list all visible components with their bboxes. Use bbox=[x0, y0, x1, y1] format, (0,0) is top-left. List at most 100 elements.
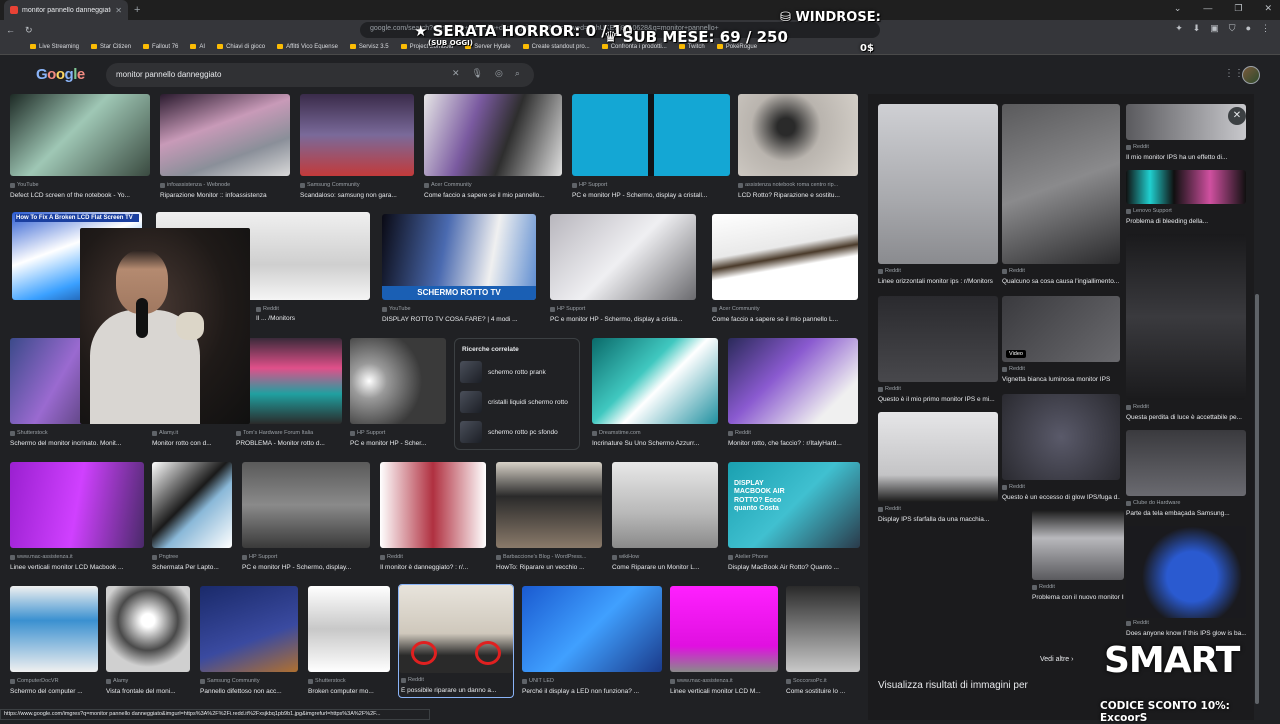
reload-icon[interactable]: ↻ bbox=[25, 25, 33, 36]
result-card[interactable]: HP Support PC e monitor HP - Scher... bbox=[350, 338, 446, 452]
result-card[interactable]: Pngtree Schermata Per Lapto... bbox=[152, 462, 232, 574]
chevron-down-icon[interactable]: ⌄ bbox=[1174, 3, 1182, 14]
result-card[interactable]: UNIT LED Perché il display a LED non fun… bbox=[522, 586, 662, 698]
close-panel-icon[interactable]: ✕ bbox=[1228, 107, 1246, 125]
result-card[interactable]: Tom's Hardware Forum Italia PROBLEMA - M… bbox=[236, 338, 342, 452]
result-card[interactable]: DISPLAY MACBOOK AIR ROTTO? Ecco quanto C… bbox=[728, 462, 860, 574]
result-card[interactable]: Shutterstock Broken computer mo... bbox=[308, 586, 390, 698]
red-circle-icon bbox=[411, 641, 437, 665]
side-result-card[interactable]: Reddit Display IPS sfarfalla da una macc… bbox=[878, 412, 998, 524]
bookmark-item[interactable]: Create standout pro... bbox=[523, 44, 590, 50]
result-image: SCHERMO ROTTO TV bbox=[382, 214, 536, 300]
result-card[interactable]: Reddit È possibile riparare un danno a..… bbox=[398, 584, 514, 698]
close-window-icon[interactable]: ✕ bbox=[1264, 3, 1272, 14]
side-result-card[interactable]: Reddit Questo è un eccesso di glow IPS/f… bbox=[1002, 394, 1120, 504]
maximize-icon[interactable]: ❐ bbox=[1234, 3, 1242, 14]
result-card[interactable]: Dreamstime.com Incrinature Su Uno Scherm… bbox=[592, 338, 718, 452]
result-source: www.mac-assistenza.it bbox=[670, 678, 778, 684]
result-card[interactable]: SCHERMO ROTTO TV YouTube DISPLAY ROTTO T… bbox=[382, 214, 536, 326]
sidepanel-icon[interactable]: ▣ bbox=[1210, 23, 1219, 34]
result-card[interactable]: assistenza notebook roma centro rip... L… bbox=[738, 94, 858, 204]
result-card[interactable]: Reddit Il monitor è danneggiato? : r/... bbox=[380, 462, 486, 574]
side-result-card[interactable]: Reddit Does anyone know if this IPS glow… bbox=[1126, 526, 1246, 640]
related-search-item[interactable]: cristalli liquidi schermo rotto bbox=[455, 387, 579, 417]
result-card[interactable]: ComputerDocVR Schermo del computer ... bbox=[10, 586, 98, 698]
side-result-card[interactable]: Reddit Problema con il nuovo monitor IPS… bbox=[1032, 510, 1124, 606]
clear-icon[interactable]: ✕ bbox=[452, 68, 460, 79]
profile-icon[interactable]: ● bbox=[1246, 23, 1251, 34]
result-card[interactable]: YouTube Defect LCD screen of the noteboo… bbox=[10, 94, 150, 204]
result-card[interactable]: wikiHow Come Riparare un Monitor L... bbox=[612, 462, 718, 574]
side-result-caption: Questo è il mio primo monitor IPS e mi..… bbox=[878, 396, 995, 403]
bookmark-item[interactable]: Live Streaming bbox=[30, 44, 79, 50]
bookmark-item[interactable]: Servisz 3.5 bbox=[350, 44, 389, 50]
result-card[interactable]: www.mac-assistenza.it Linee verticali mo… bbox=[10, 462, 144, 574]
result-source: HP Support bbox=[550, 306, 696, 312]
result-source: Dreamstime.com bbox=[592, 430, 718, 436]
related-search-item[interactable]: schermo rotto prank bbox=[455, 357, 579, 387]
sub-mese-counter: ♛ SUB MESE: 69 / 250 bbox=[604, 28, 788, 46]
result-card[interactable]: infoassistenza - Webnode Riparazione Mon… bbox=[160, 94, 290, 204]
thumb-title: SCHERMO ROTTO TV bbox=[382, 286, 536, 300]
google-logo[interactable]: Google bbox=[36, 66, 85, 83]
show-more-link[interactable]: Vedi altre › bbox=[1040, 656, 1073, 663]
result-source: Reddit bbox=[401, 677, 511, 683]
side-result-image: Video bbox=[1002, 296, 1120, 362]
tab-title: monitor pannello danneggiato bbox=[22, 6, 112, 14]
result-card[interactable]: www.mac-assistenza.it Linee verticali mo… bbox=[670, 586, 778, 698]
browser-tab[interactable]: monitor pannello danneggiato ✕ bbox=[4, 0, 128, 20]
result-card[interactable]: Acer Community Come faccio a sapere se i… bbox=[424, 94, 562, 204]
result-card[interactable]: SoccorsoPc.it Come sostituire lo ... bbox=[786, 586, 860, 698]
result-card[interactable]: Samsung Community Pannello difettoso non… bbox=[200, 586, 298, 698]
result-card[interactable]: HP Support PC e monitor HP - Schermo, di… bbox=[572, 94, 730, 204]
result-caption: Il monitor è danneggiato? : r/... bbox=[380, 564, 469, 571]
side-result-card[interactable]: Lenovo Support Problema di bleeding dell… bbox=[1126, 170, 1246, 228]
new-tab-icon[interactable]: + bbox=[134, 4, 140, 16]
result-card[interactable]: Acer Community Come faccio a sapere se i… bbox=[712, 214, 858, 326]
extension-icon[interactable]: ✦ bbox=[1175, 23, 1183, 34]
back-icon[interactable]: ← bbox=[6, 25, 15, 35]
result-source: Reddit bbox=[256, 306, 366, 312]
result-card[interactable]: Barbaccione's Blog - WordPress... HowTo:… bbox=[496, 462, 602, 574]
shield-icon[interactable]: ⛉ bbox=[1229, 23, 1236, 34]
result-card[interactable]: Samsung Community Scandaloso: samsung no… bbox=[300, 94, 414, 204]
bookmark-item[interactable]: Star Citizen bbox=[91, 44, 131, 50]
close-tab-icon[interactable]: ✕ bbox=[115, 6, 122, 15]
bookmark-item[interactable]: Fallout 76 bbox=[143, 44, 178, 50]
result-image bbox=[200, 586, 298, 672]
lens-icon[interactable]: ◎ bbox=[495, 68, 503, 79]
side-result-card[interactable]: Video Reddit Vignetta bianca luminosa mo… bbox=[1002, 296, 1120, 388]
minimize-icon[interactable]: — bbox=[1203, 3, 1212, 14]
result-source: YouTube bbox=[382, 306, 536, 312]
result-source: YouTube bbox=[10, 182, 150, 188]
side-result-caption: Linee orizzontali monitor ips : r/Monito… bbox=[878, 278, 993, 285]
scrollbar[interactable] bbox=[1254, 94, 1260, 720]
result-source: Barbaccione's Blog - WordPress... bbox=[496, 554, 602, 560]
scrollbar-thumb[interactable] bbox=[1255, 294, 1259, 704]
bookmark-item[interactable]: Chiavi di gioco bbox=[217, 44, 265, 50]
result-card[interactable]: Reddit Monitor rotto, che faccio? : r/It… bbox=[728, 338, 858, 452]
result-caption: LCD Rotto? Riparazione e sostitu... bbox=[738, 192, 840, 199]
related-search-item[interactable]: schermo rotto pc sfondo bbox=[455, 417, 579, 447]
download-icon[interactable]: ⬇ bbox=[1193, 23, 1201, 34]
result-image bbox=[572, 94, 730, 176]
side-result-source: Reddit bbox=[1002, 268, 1120, 274]
avatar[interactable] bbox=[1242, 66, 1260, 84]
side-result-card[interactable]: Reddit Questa perdita di luce è accettab… bbox=[1126, 234, 1246, 424]
side-result-card[interactable]: Reddit Qualcuno sa cosa causa l'ingialli… bbox=[1002, 104, 1120, 290]
result-card[interactable]: HP Support PC e monitor HP - Schermo, di… bbox=[242, 462, 370, 574]
result-card[interactable]: HP Support PC e monitor HP - Schermo, di… bbox=[550, 214, 696, 326]
side-result-card[interactable]: Reddit Questo è il mio primo monitor IPS… bbox=[878, 296, 998, 406]
bookmark-item[interactable]: Affitti Vico Equense bbox=[277, 44, 338, 50]
menu-icon[interactable]: ⋮ bbox=[1261, 23, 1270, 34]
side-result-caption: Display IPS sfarfalla da una macchia... bbox=[878, 516, 990, 523]
side-result-image bbox=[1032, 510, 1124, 580]
side-result-card[interactable]: Clube do Hardware Parte da tela embaçada… bbox=[1126, 430, 1246, 520]
result-card[interactable]: Alamy Vista frontale del moni... bbox=[106, 586, 190, 698]
result-caption: Schermata Per Lapto... bbox=[152, 564, 219, 571]
result-caption: Come Riparare un Monitor L... bbox=[612, 564, 700, 571]
bookmark-item[interactable]: AI bbox=[190, 44, 205, 50]
microphone-icon[interactable]: 🎙 bbox=[472, 68, 483, 79]
side-result-card[interactable]: Reddit Linee orizzontali monitor ips : r… bbox=[878, 104, 998, 290]
search-icon[interactable]: ⌕ bbox=[515, 68, 520, 79]
